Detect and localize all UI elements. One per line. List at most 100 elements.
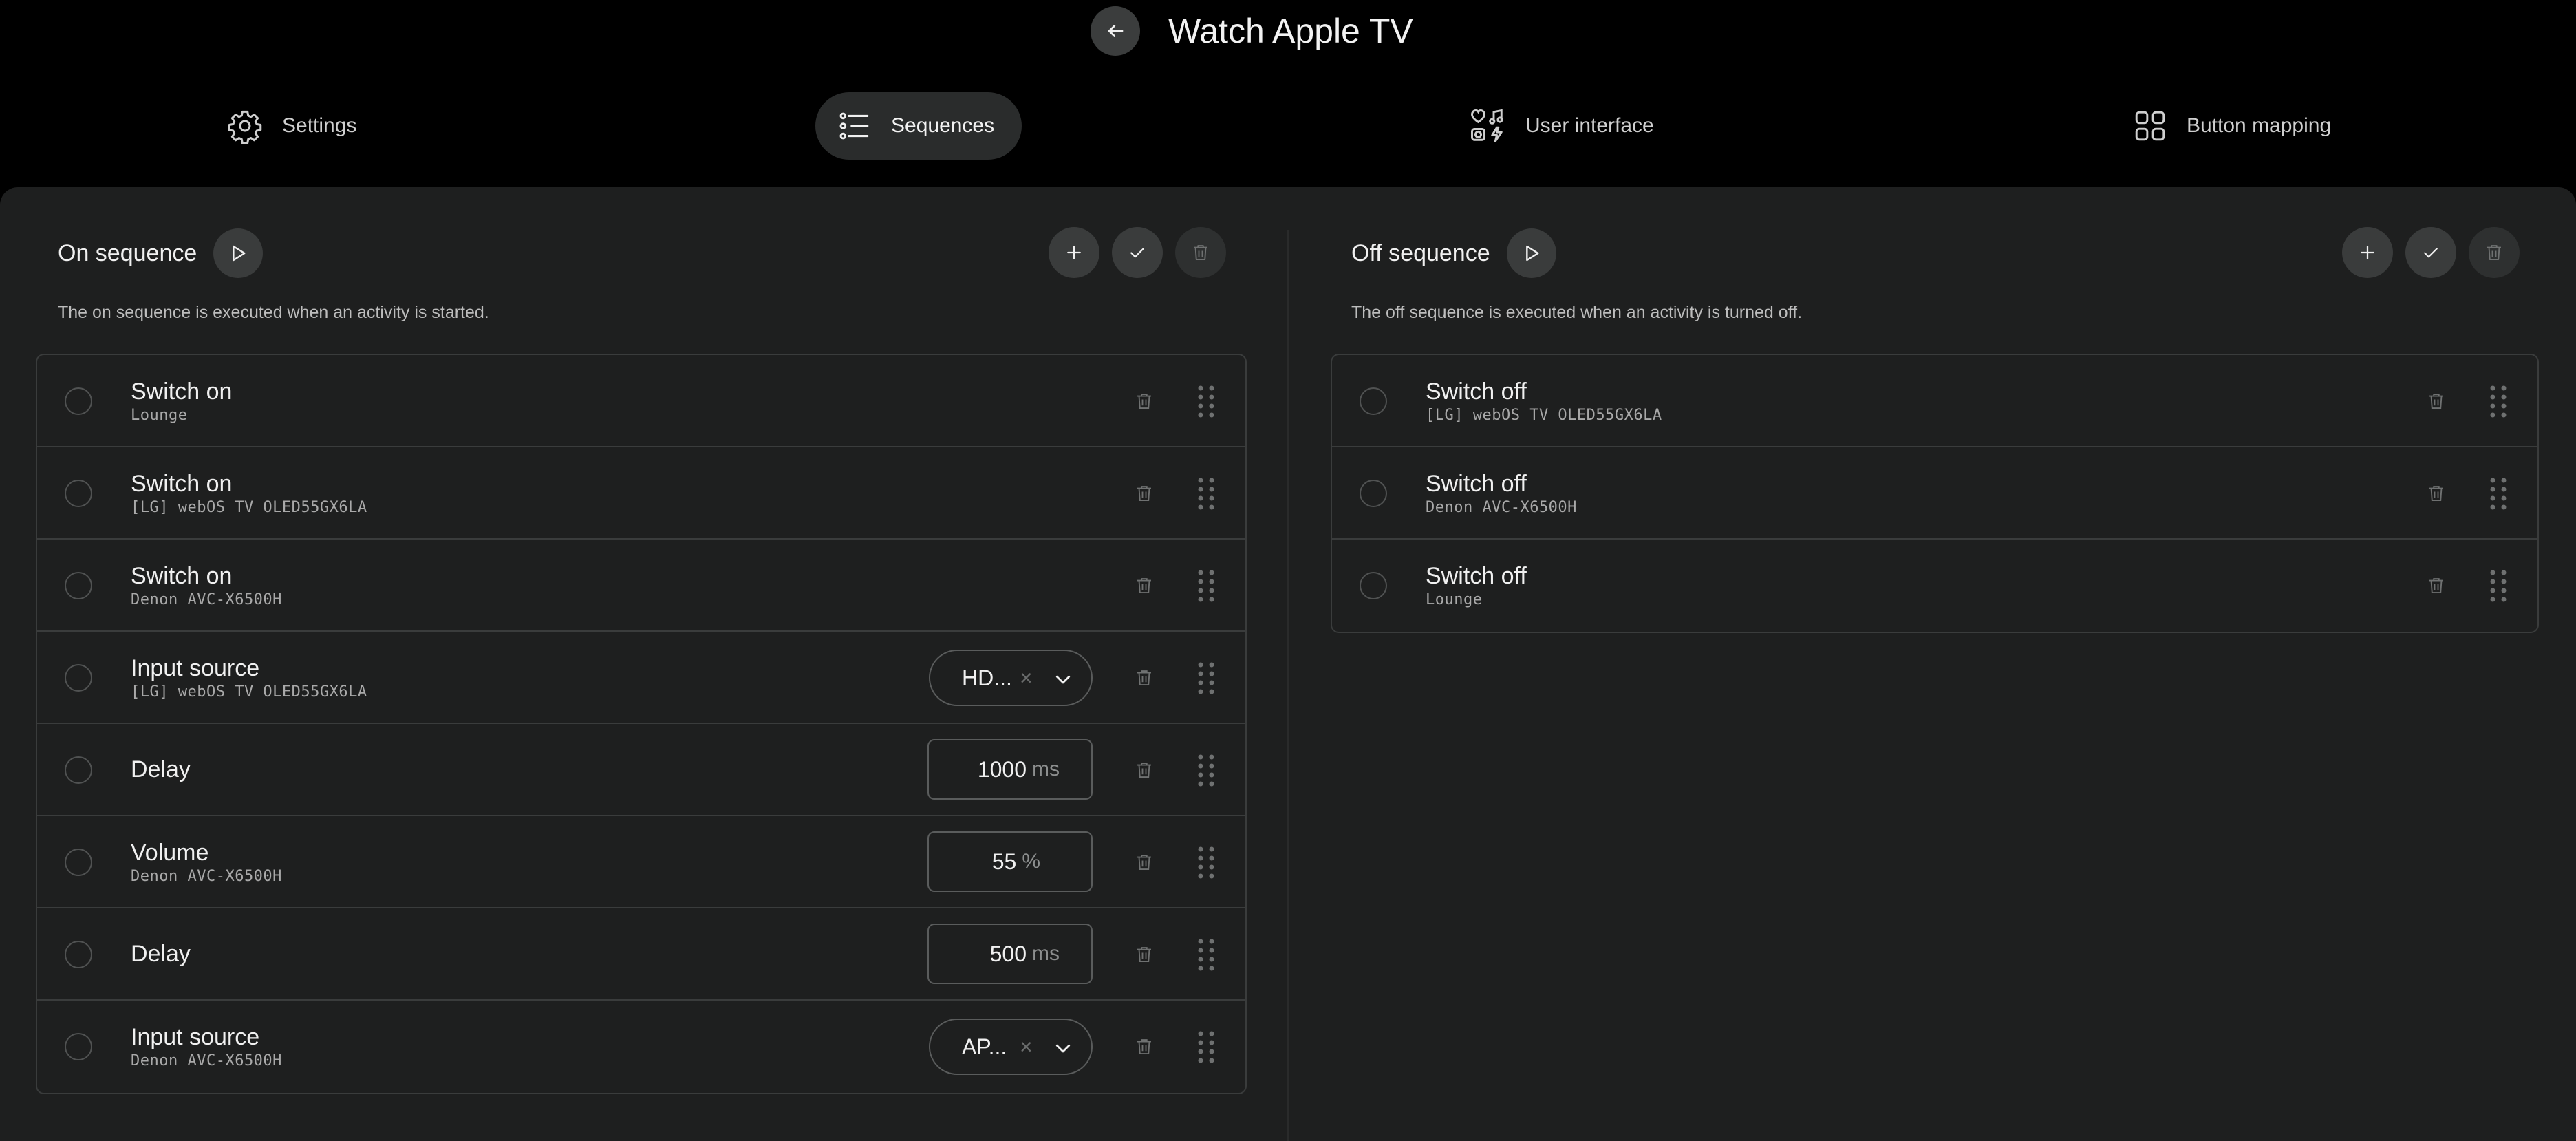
check-icon bbox=[2424, 248, 2438, 258]
on-sequence-column: On sequence The on sequence is executed … bbox=[0, 187, 1287, 1141]
off-sequence-list: Switch off [LG] webOS TV OLED55GX6LA Swit… bbox=[1331, 354, 2539, 633]
step-device: Lounge bbox=[131, 406, 188, 424]
delay-input[interactable]: 1000 ms bbox=[927, 739, 1093, 800]
step-device: Denon AVC-X6500H bbox=[1426, 498, 1577, 516]
clear-icon[interactable]: × bbox=[1020, 1034, 1033, 1060]
off-sequence-confirm-button[interactable] bbox=[2405, 227, 2456, 278]
chevron-down-icon[interactable] bbox=[1053, 1038, 1073, 1058]
step-select-radio[interactable] bbox=[65, 664, 92, 692]
list-item: Volume Denon AVC-X6500H 55 % bbox=[37, 816, 1245, 908]
delay-unit: ms bbox=[1032, 758, 1060, 780]
drag-handle-icon[interactable] bbox=[2488, 476, 2509, 511]
trash-icon bbox=[1137, 670, 1151, 685]
step-delete-button[interactable] bbox=[1133, 666, 1156, 690]
step-delete-button[interactable] bbox=[2425, 390, 2448, 413]
trash-icon bbox=[1137, 394, 1151, 409]
list-item: Switch on [LG] webOS TV OLED55GX6LA bbox=[37, 447, 1245, 540]
drag-handle-icon[interactable] bbox=[1196, 845, 1216, 879]
on-sequence-list: Switch on Lounge Switch on [LG] webOS TV O… bbox=[36, 354, 1247, 1094]
ui-widgets-icon bbox=[1471, 109, 1503, 142]
step-title: Switch off bbox=[1426, 562, 1527, 589]
on-sequence-header: On sequence bbox=[58, 227, 264, 279]
step-device: [LG] webOS TV OLED55GX6LA bbox=[1426, 406, 1662, 424]
trash-icon bbox=[2487, 245, 2501, 260]
step-delete-button[interactable] bbox=[1133, 482, 1156, 505]
page-title: Watch Apple TV bbox=[1168, 12, 1413, 50]
volume-unit: % bbox=[1022, 850, 1040, 873]
off-sequence-play-button[interactable] bbox=[1506, 228, 1556, 278]
tab-button-mapping-label: Button mapping bbox=[2187, 114, 2332, 137]
step-delete-button[interactable] bbox=[1133, 1035, 1156, 1058]
chevron-down-icon[interactable] bbox=[1053, 669, 1073, 690]
step-delete-button[interactable] bbox=[1133, 851, 1156, 874]
column-divider bbox=[1287, 230, 1289, 1141]
drag-handle-icon[interactable] bbox=[1196, 476, 1216, 511]
grid-icon bbox=[2135, 111, 2165, 141]
on-sequence-confirm-button[interactable] bbox=[1112, 227, 1163, 278]
step-delete-button[interactable] bbox=[2425, 482, 2448, 505]
step-select-radio[interactable] bbox=[65, 387, 92, 415]
volume-input[interactable]: 55 % bbox=[927, 831, 1093, 892]
on-sequence-add-button[interactable] bbox=[1049, 227, 1099, 278]
step-select-radio[interactable] bbox=[65, 480, 92, 507]
step-select-radio[interactable] bbox=[1360, 480, 1387, 507]
tab-user-interface-label: User interface bbox=[1525, 114, 1654, 137]
step-select-radio[interactable] bbox=[65, 941, 92, 968]
tab-user-interface[interactable]: User interface bbox=[1469, 92, 1689, 160]
off-sequence-add-button[interactable] bbox=[2342, 227, 2393, 278]
arrow-left-icon bbox=[1108, 25, 1124, 37]
drag-handle-icon[interactable] bbox=[1196, 753, 1216, 787]
volume-value: 55 bbox=[991, 849, 1017, 874]
tab-settings[interactable]: Settings bbox=[227, 92, 392, 160]
tab-sequences[interactable]: Sequences bbox=[815, 92, 1022, 160]
step-delete-button[interactable] bbox=[2425, 574, 2448, 597]
input-source-select[interactable]: HD... × bbox=[929, 650, 1093, 706]
gear-icon bbox=[228, 110, 262, 144]
drag-handle-icon[interactable] bbox=[1196, 1030, 1216, 1064]
step-delete-button[interactable] bbox=[1133, 758, 1156, 782]
input-source-select[interactable]: AP... × bbox=[929, 1019, 1093, 1075]
step-select-radio[interactable] bbox=[65, 572, 92, 599]
clear-icon[interactable]: × bbox=[1020, 665, 1033, 691]
on-sequence-delete-button[interactable] bbox=[1175, 227, 1226, 278]
drag-handle-icon[interactable] bbox=[1196, 661, 1216, 695]
step-title: Switch on bbox=[131, 562, 233, 589]
step-delete-button[interactable] bbox=[1133, 574, 1156, 597]
drag-handle-icon[interactable] bbox=[1196, 384, 1216, 418]
step-select-radio[interactable] bbox=[65, 756, 92, 784]
list-item: Input source Denon AVC-X6500H AP... × bbox=[37, 1001, 1245, 1093]
drag-handle-icon[interactable] bbox=[1196, 937, 1216, 972]
step-delete-button[interactable] bbox=[1133, 943, 1156, 966]
drag-handle-icon[interactable] bbox=[2488, 568, 2509, 603]
off-sequence-title: Off sequence bbox=[1351, 239, 1490, 266]
step-select-radio[interactable] bbox=[65, 1033, 92, 1060]
trash-icon bbox=[1137, 486, 1151, 501]
tab-bar: Settings Sequences User interface Button… bbox=[0, 92, 2576, 161]
on-sequence-play-button[interactable] bbox=[213, 228, 264, 278]
step-select-radio[interactable] bbox=[65, 849, 92, 876]
step-delete-button[interactable] bbox=[1133, 390, 1156, 413]
list-item: Switch on Lounge bbox=[37, 355, 1245, 447]
off-sequence-delete-button[interactable] bbox=[2469, 227, 2520, 278]
play-icon bbox=[233, 245, 246, 262]
step-select-radio[interactable] bbox=[1360, 387, 1387, 415]
trash-icon bbox=[2429, 578, 2443, 593]
list-item: Delay 1000 ms bbox=[37, 724, 1245, 816]
delay-input[interactable]: 500 ms bbox=[927, 924, 1093, 984]
drag-handle-icon[interactable] bbox=[2488, 384, 2509, 418]
select-value: AP... bbox=[962, 1034, 1007, 1059]
tab-button-mapping[interactable]: Button mapping bbox=[2133, 92, 2353, 160]
tab-settings-label: Settings bbox=[282, 114, 357, 137]
trash-icon bbox=[2429, 486, 2443, 501]
plus-icon bbox=[1067, 246, 1081, 259]
back-button[interactable] bbox=[1091, 6, 1140, 56]
trash-icon bbox=[1137, 578, 1151, 593]
on-sequence-description: The on sequence is executed when an acti… bbox=[58, 303, 489, 322]
header: Watch Apple TV bbox=[0, 0, 2576, 62]
step-select-radio[interactable] bbox=[1360, 572, 1387, 599]
trash-icon bbox=[1137, 947, 1151, 962]
drag-handle-icon[interactable] bbox=[1196, 568, 1216, 603]
trash-icon bbox=[1137, 855, 1151, 870]
step-title: Delay bbox=[131, 941, 191, 967]
main-panel: On sequence The on sequence is executed … bbox=[0, 187, 2576, 1141]
